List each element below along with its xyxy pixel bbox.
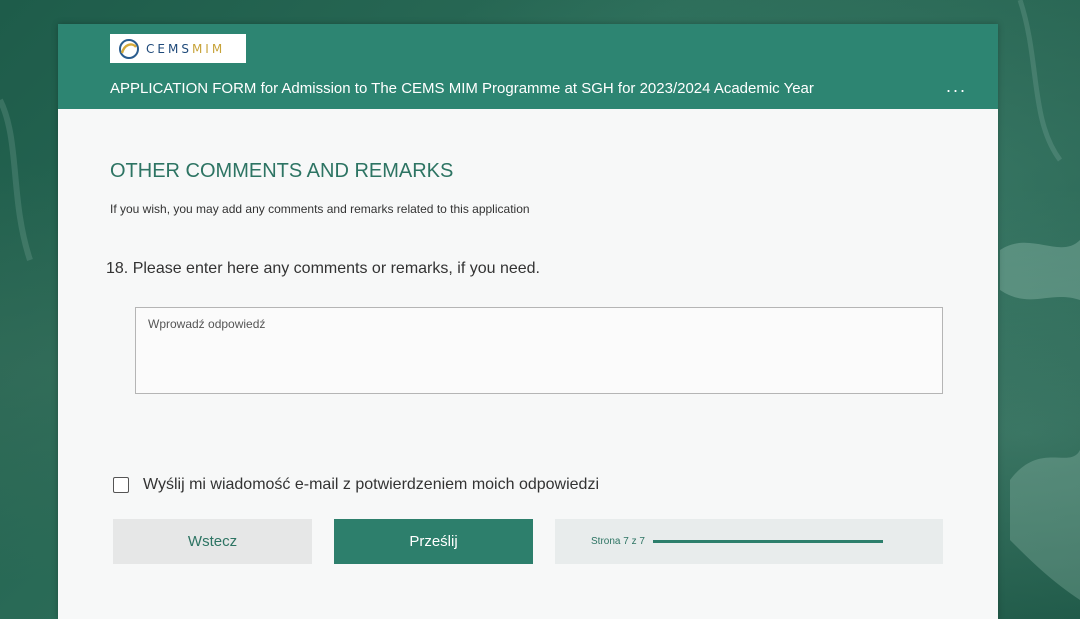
email-receipt-option[interactable]: Wyślij mi wiadomość e-mail z potwierdzen… — [113, 476, 599, 494]
logo-text: CEMSMIM — [146, 42, 225, 56]
back-button[interactable]: Wstecz — [113, 519, 312, 564]
progress-track — [652, 540, 883, 543]
question-label: 18. Please enter here any comments or re… — [106, 260, 540, 277]
progress-fill — [652, 540, 883, 543]
more-horizontal-icon[interactable]: ... — [946, 76, 967, 97]
email-receipt-label[interactable]: Wyślij mi wiadomość e-mail z potwierdzen… — [143, 476, 599, 494]
answer-textarea[interactable] — [135, 307, 943, 394]
cems-mim-logo: CEMSMIM — [110, 34, 246, 63]
submit-button[interactable]: Prześlij — [334, 519, 533, 564]
logo-mim-text: MIM — [191, 41, 226, 56]
section-description: If you wish, you may add any comments an… — [110, 202, 530, 216]
logo-cems-text: CEMS — [146, 41, 192, 56]
page-indicator: Strona 7 z 7 — [591, 536, 645, 547]
page-progress: Strona 7 z 7 — [555, 519, 943, 564]
section-title: OTHER COMMENTS AND REMARKS — [110, 160, 454, 182]
form-title: APPLICATION FORM for Admission to The CE… — [110, 80, 814, 97]
email-receipt-checkbox[interactable] — [113, 477, 129, 493]
cems-logo-icon — [119, 38, 139, 59]
form-card: CEMSMIM APPLICATION FORM for Admission t… — [58, 24, 998, 619]
form-header: CEMSMIM APPLICATION FORM for Admission t… — [58, 24, 998, 109]
